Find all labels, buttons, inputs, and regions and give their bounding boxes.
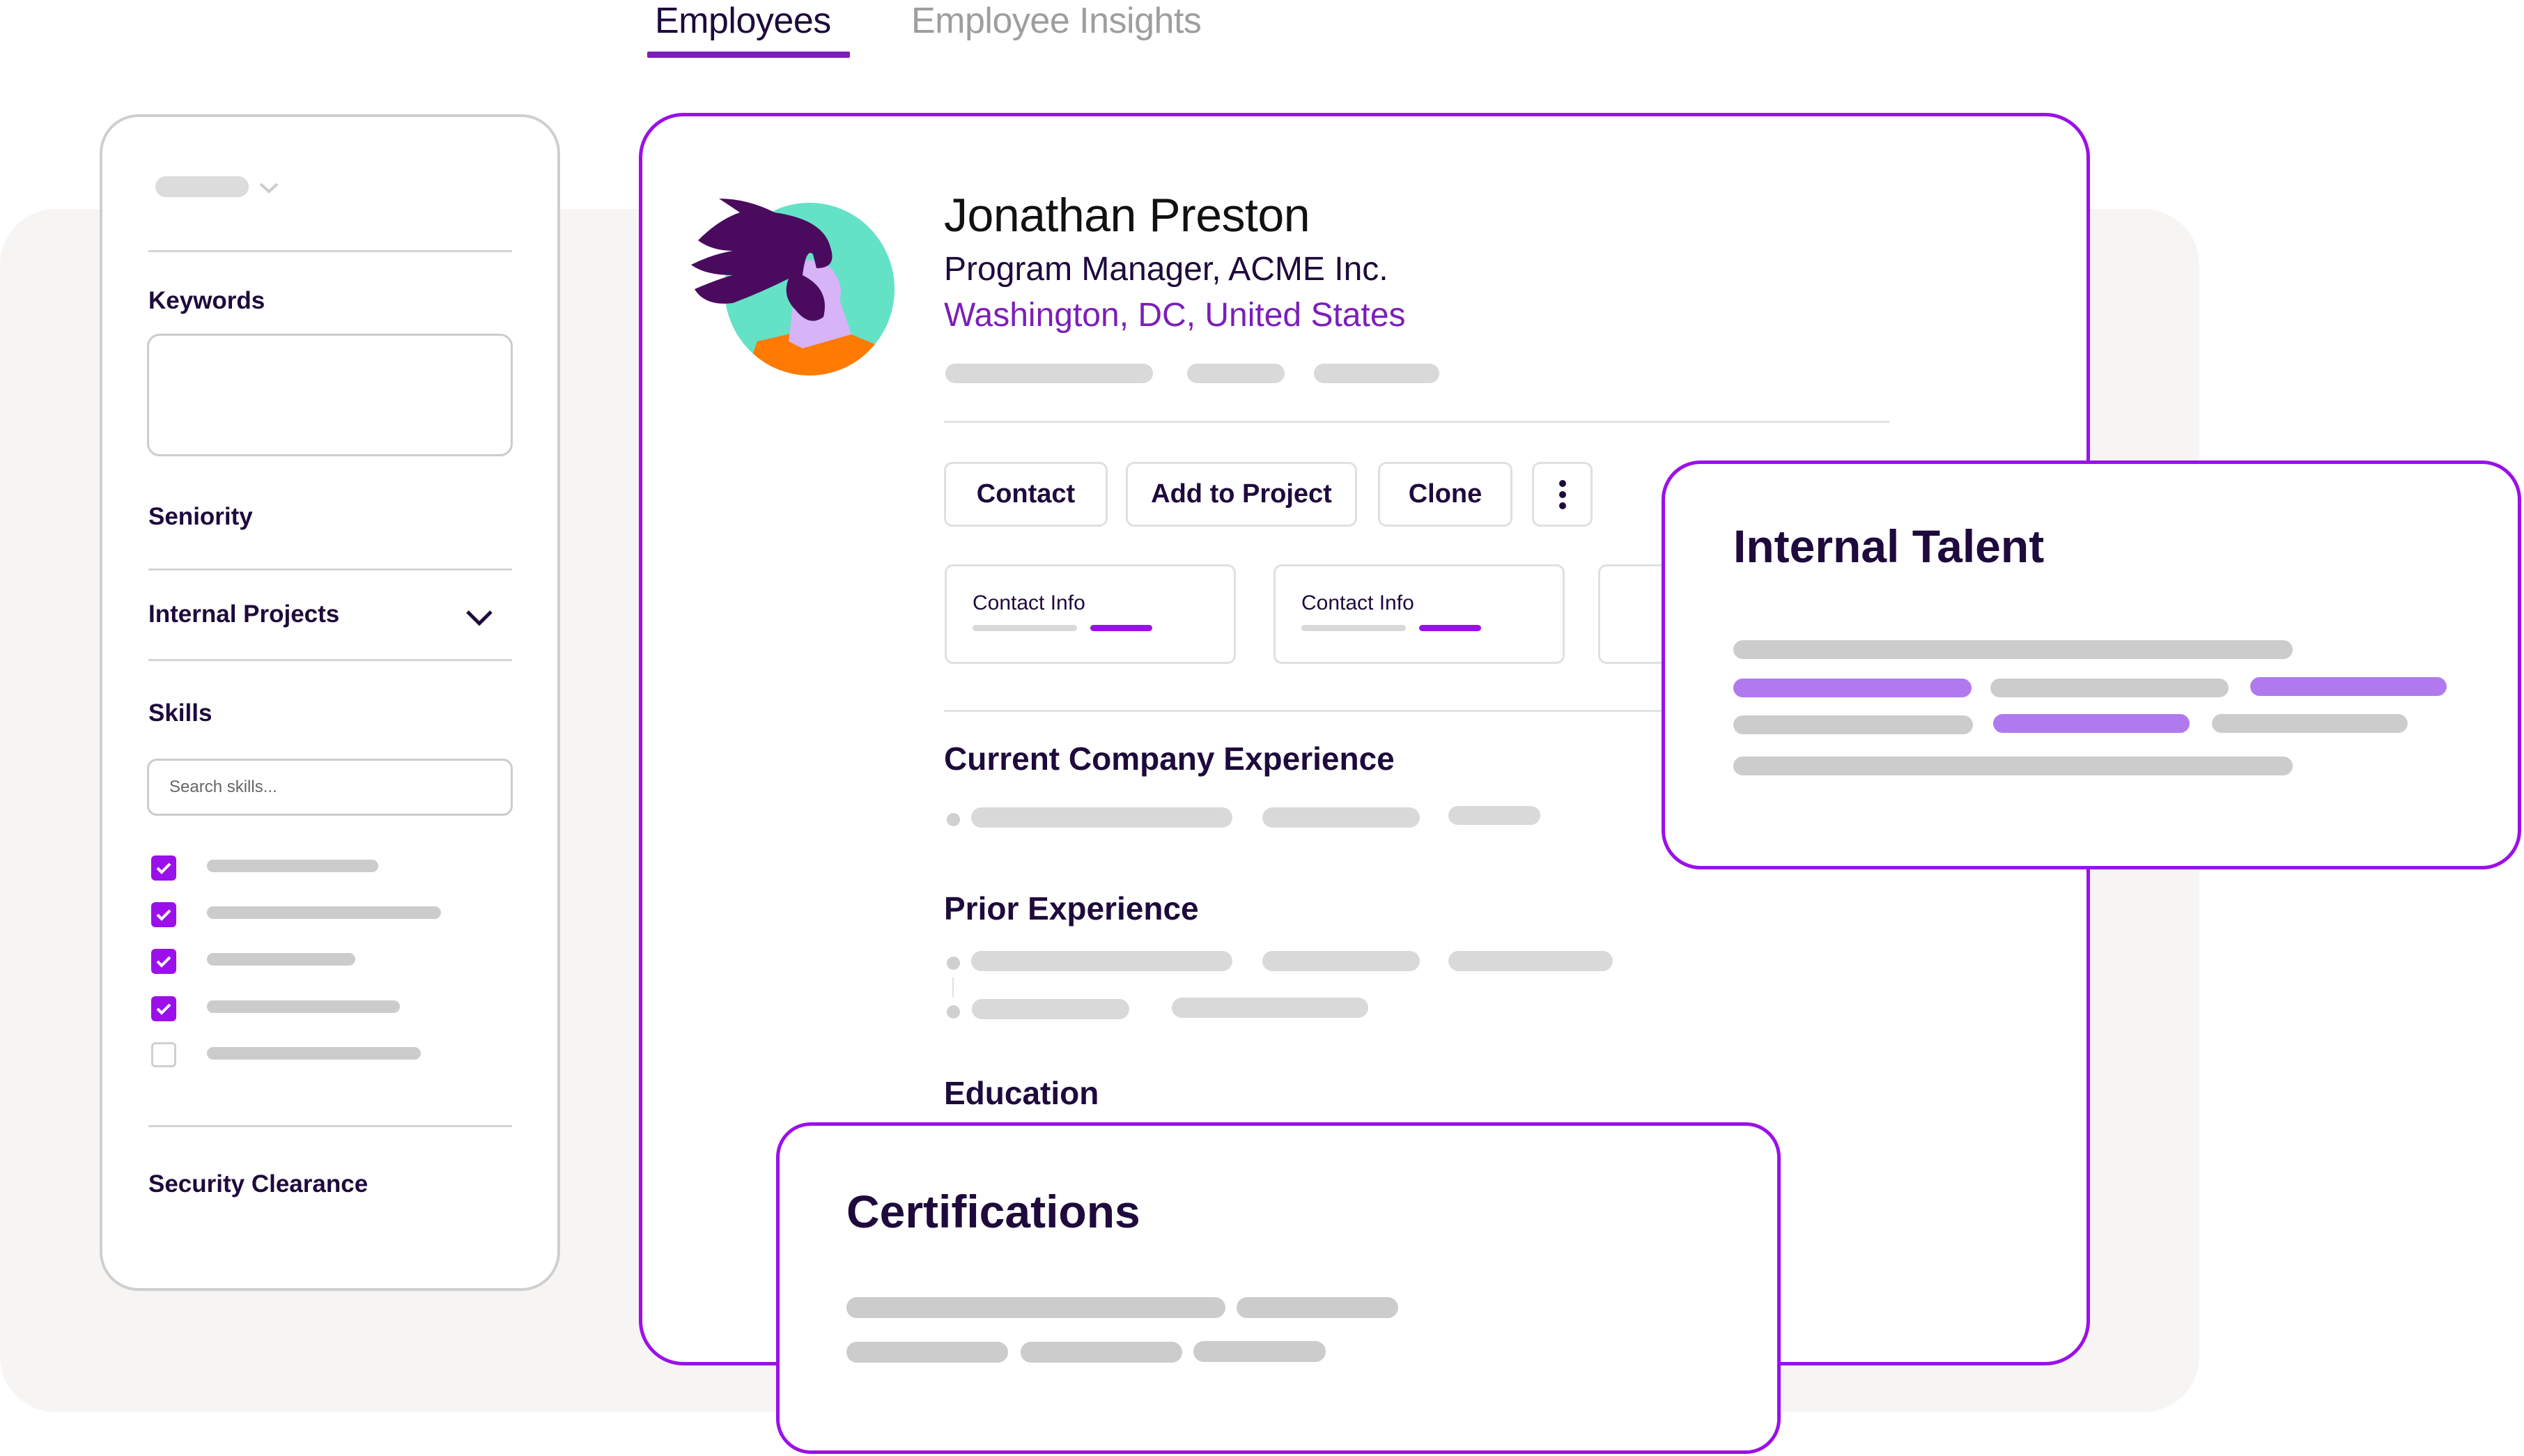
internal-talent-title: Internal Talent: [1733, 520, 2045, 572]
skill-checkbox-5[interactable]: [151, 1042, 176, 1067]
skill-label-placeholder: [207, 906, 441, 919]
skill-label-placeholder: [207, 1047, 421, 1060]
checkmark-icon: [156, 862, 171, 874]
experience-placeholder: [971, 951, 1232, 971]
timeline-connector: [952, 977, 954, 997]
current-experience-title: Current Company Experience: [944, 741, 1395, 777]
tab-employee-insights[interactable]: Employee Insights: [911, 0, 1202, 42]
info-placeholder: [1301, 625, 1406, 631]
employee-location[interactable]: Washington, DC, United States: [944, 296, 1406, 334]
info-highlight: [1090, 625, 1152, 631]
contact-info-card[interactable]: Contact Info: [945, 564, 1236, 664]
checkmark-icon: [156, 909, 171, 921]
timeline-dot: [947, 957, 960, 970]
tab-employees[interactable]: Employees: [655, 0, 831, 42]
active-tab-indicator: [647, 52, 850, 58]
skill-label-placeholder: [207, 1000, 400, 1013]
meta-placeholder: [1187, 364, 1285, 383]
talent-placeholder: [2212, 714, 2408, 733]
skill-label-placeholder: [207, 860, 378, 872]
checkmark-icon: [156, 1003, 171, 1015]
divider: [148, 568, 512, 571]
experience-placeholder: [1448, 951, 1613, 971]
certification-placeholder: [1237, 1297, 1398, 1318]
employee-name: Jonathan Preston: [944, 189, 1310, 242]
skills-label: Skills: [148, 699, 212, 727]
certification-placeholder: [846, 1297, 1225, 1318]
keywords-label: Keywords: [148, 287, 265, 314]
employee-role: Program Manager, ACME Inc.: [944, 251, 1388, 288]
certification-placeholder: [1021, 1342, 1182, 1363]
divider: [148, 659, 512, 661]
contact-info-card[interactable]: Contact Info: [1273, 564, 1565, 664]
certification-placeholder: [1193, 1341, 1326, 1362]
seniority-label[interactable]: Seniority: [148, 503, 253, 531]
internal-projects-label[interactable]: Internal Projects: [148, 601, 339, 628]
contact-info-label: Contact Info: [1301, 591, 1414, 614]
keywords-input[interactable]: [147, 334, 513, 456]
chevron-down-icon[interactable]: [465, 608, 494, 628]
timeline-dot: [947, 813, 960, 826]
experience-placeholder: [1172, 998, 1368, 1018]
meta-placeholder: [1314, 364, 1439, 383]
talent-highlight: [1993, 714, 2190, 733]
prior-experience-title: Prior Experience: [944, 890, 1199, 927]
divider: [148, 1125, 512, 1127]
info-placeholder: [973, 625, 1077, 631]
info-highlight: [1419, 625, 1481, 631]
filter-panel: Keywords Seniority Internal Projects Ski…: [100, 114, 560, 1291]
experience-placeholder: [972, 999, 1129, 1019]
divider: [148, 250, 512, 252]
certification-placeholder: [846, 1342, 1008, 1363]
checkmark-icon: [156, 956, 171, 968]
timeline-dot: [947, 1005, 960, 1019]
person-avatar-icon: [691, 199, 895, 375]
contact-button[interactable]: Contact: [944, 462, 1108, 527]
experience-placeholder: [1262, 951, 1420, 971]
talent-placeholder: [1990, 679, 2229, 697]
filter-select-placeholder[interactable]: [155, 176, 249, 197]
internal-talent-card: Internal Talent: [1662, 460, 2521, 869]
skill-checkbox-2[interactable]: [151, 902, 176, 927]
certifications-card: Certifications: [776, 1122, 1781, 1454]
skill-label-placeholder: [207, 953, 355, 966]
skill-checkbox-1[interactable]: [151, 855, 176, 881]
experience-placeholder: [1448, 806, 1540, 825]
talent-highlight: [2250, 677, 2447, 696]
talent-placeholder: [1733, 640, 2293, 659]
divider: [944, 710, 1689, 712]
experience-placeholder: [971, 807, 1232, 828]
talent-highlight: [1733, 679, 1972, 697]
experience-placeholder: [1262, 807, 1420, 828]
skills-search-input[interactable]: [147, 759, 513, 816]
chevron-down-icon[interactable]: [258, 181, 279, 195]
contact-info-label: Contact Info: [973, 591, 1085, 614]
add-to-project-button[interactable]: Add to Project: [1126, 462, 1357, 527]
skill-checkbox-4[interactable]: [151, 996, 176, 1021]
talent-placeholder: [1733, 757, 2293, 775]
more-options-button[interactable]: [1532, 462, 1593, 527]
talent-placeholder: [1733, 715, 1973, 734]
security-clearance-label[interactable]: Security Clearance: [148, 1170, 368, 1198]
clone-button[interactable]: Clone: [1378, 462, 1512, 527]
education-title: Education: [944, 1075, 1099, 1111]
skill-checkbox-3[interactable]: [151, 949, 176, 974]
certifications-title: Certifications: [846, 1186, 1140, 1237]
meta-placeholder: [945, 364, 1153, 383]
more-vertical-icon: [1558, 479, 1566, 509]
divider: [944, 421, 1889, 423]
